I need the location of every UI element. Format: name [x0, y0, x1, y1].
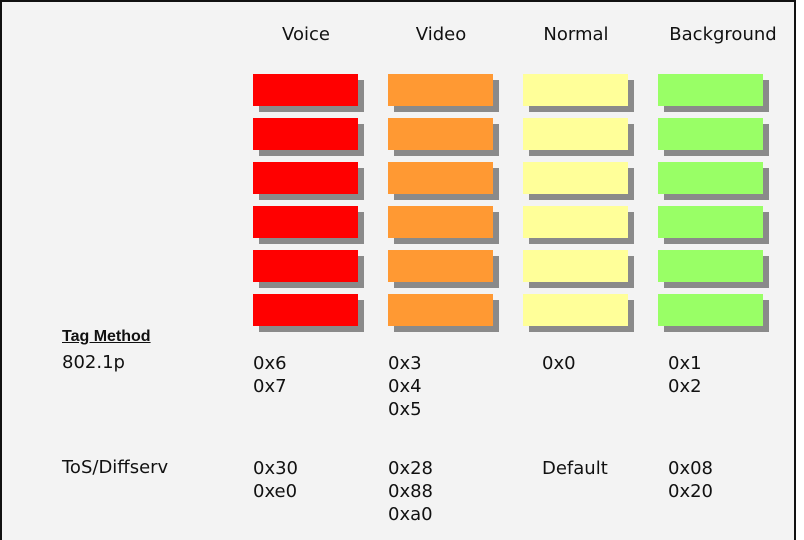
- header-video: Video: [415, 24, 467, 45]
- block-face: [658, 162, 763, 194]
- priority-block: [388, 206, 499, 244]
- p8021-values-video: 0x3 0x4 0x5: [388, 352, 422, 421]
- priority-block: [523, 250, 634, 288]
- row-label-tos: ToS/Diffserv: [62, 457, 169, 478]
- priority-block: [253, 250, 364, 288]
- priority-block: [388, 118, 499, 156]
- priority-block: [388, 162, 499, 200]
- block-face: [388, 74, 493, 106]
- block-face: [523, 162, 628, 194]
- priority-block: [658, 74, 769, 112]
- value: Default: [542, 458, 608, 479]
- value: 0x08: [668, 458, 714, 479]
- priority-block: [658, 162, 769, 200]
- value: 0x30: [253, 458, 299, 479]
- priority-block: [253, 294, 364, 332]
- value: 0x20: [668, 481, 714, 502]
- p8021-values-normal: 0x0: [542, 352, 576, 375]
- priority-block: [658, 250, 769, 288]
- priority-block: [523, 118, 634, 156]
- block-face: [388, 294, 493, 326]
- priority-block: [658, 206, 769, 244]
- blocks-background: [658, 74, 769, 338]
- block-face: [388, 250, 493, 282]
- value: 0x28: [388, 458, 434, 479]
- tos-values-video: 0x28 0x88 0xa0: [388, 457, 433, 526]
- block-face: [523, 118, 628, 150]
- tos-values-voice: 0x30 0xe0: [253, 457, 298, 503]
- block-face: [253, 250, 358, 282]
- blocks-normal: [523, 74, 634, 338]
- block-face: [523, 250, 628, 282]
- priority-block: [388, 74, 499, 112]
- priority-block: [523, 162, 634, 200]
- priority-block: [253, 118, 364, 156]
- block-face: [253, 162, 358, 194]
- row-label-8021p: 802.1p: [62, 352, 125, 373]
- priority-block: [388, 250, 499, 288]
- tos-values-background: 0x08 0x20: [668, 457, 713, 503]
- block-face: [658, 118, 763, 150]
- priority-block: [523, 74, 634, 112]
- priority-block: [253, 74, 364, 112]
- block-face: [658, 294, 763, 326]
- priority-block: [523, 294, 634, 332]
- block-face: [253, 118, 358, 150]
- value: 0x5: [388, 399, 422, 420]
- value: 0x6: [253, 353, 287, 374]
- value: 0xa0: [388, 504, 433, 525]
- header-voice: Voice: [282, 24, 330, 45]
- header-normal: Normal: [543, 24, 609, 45]
- block-face: [253, 206, 358, 238]
- block-face: [253, 294, 358, 326]
- value: 0x7: [253, 376, 287, 397]
- value: 0xe0: [253, 481, 298, 502]
- diagram-frame: Voice Video Normal Background Tag Method…: [0, 0, 796, 540]
- value: 0x1: [668, 353, 702, 374]
- block-face: [658, 206, 763, 238]
- p8021-values-background: 0x1 0x2: [668, 352, 702, 398]
- priority-block: [523, 206, 634, 244]
- value: 0x2: [668, 376, 702, 397]
- value: 0x4: [388, 376, 422, 397]
- value: 0x88: [388, 481, 434, 502]
- priority-block: [253, 206, 364, 244]
- block-face: [388, 162, 493, 194]
- block-face: [523, 294, 628, 326]
- block-face: [658, 74, 763, 106]
- priority-block: [388, 294, 499, 332]
- block-face: [658, 250, 763, 282]
- value: 0x3: [388, 353, 422, 374]
- priority-block: [658, 118, 769, 156]
- block-face: [523, 74, 628, 106]
- blocks-video: [388, 74, 499, 338]
- tag-method-heading: Tag Method: [62, 328, 151, 345]
- block-face: [388, 118, 493, 150]
- tos-values-normal: Default: [542, 457, 608, 480]
- block-face: [523, 206, 628, 238]
- blocks-voice: [253, 74, 364, 338]
- block-face: [388, 206, 493, 238]
- priority-block: [658, 294, 769, 332]
- block-face: [253, 74, 358, 106]
- priority-block: [253, 162, 364, 200]
- value: 0x0: [542, 353, 576, 374]
- p8021-values-voice: 0x6 0x7: [253, 352, 287, 398]
- header-background: Background: [669, 24, 777, 45]
